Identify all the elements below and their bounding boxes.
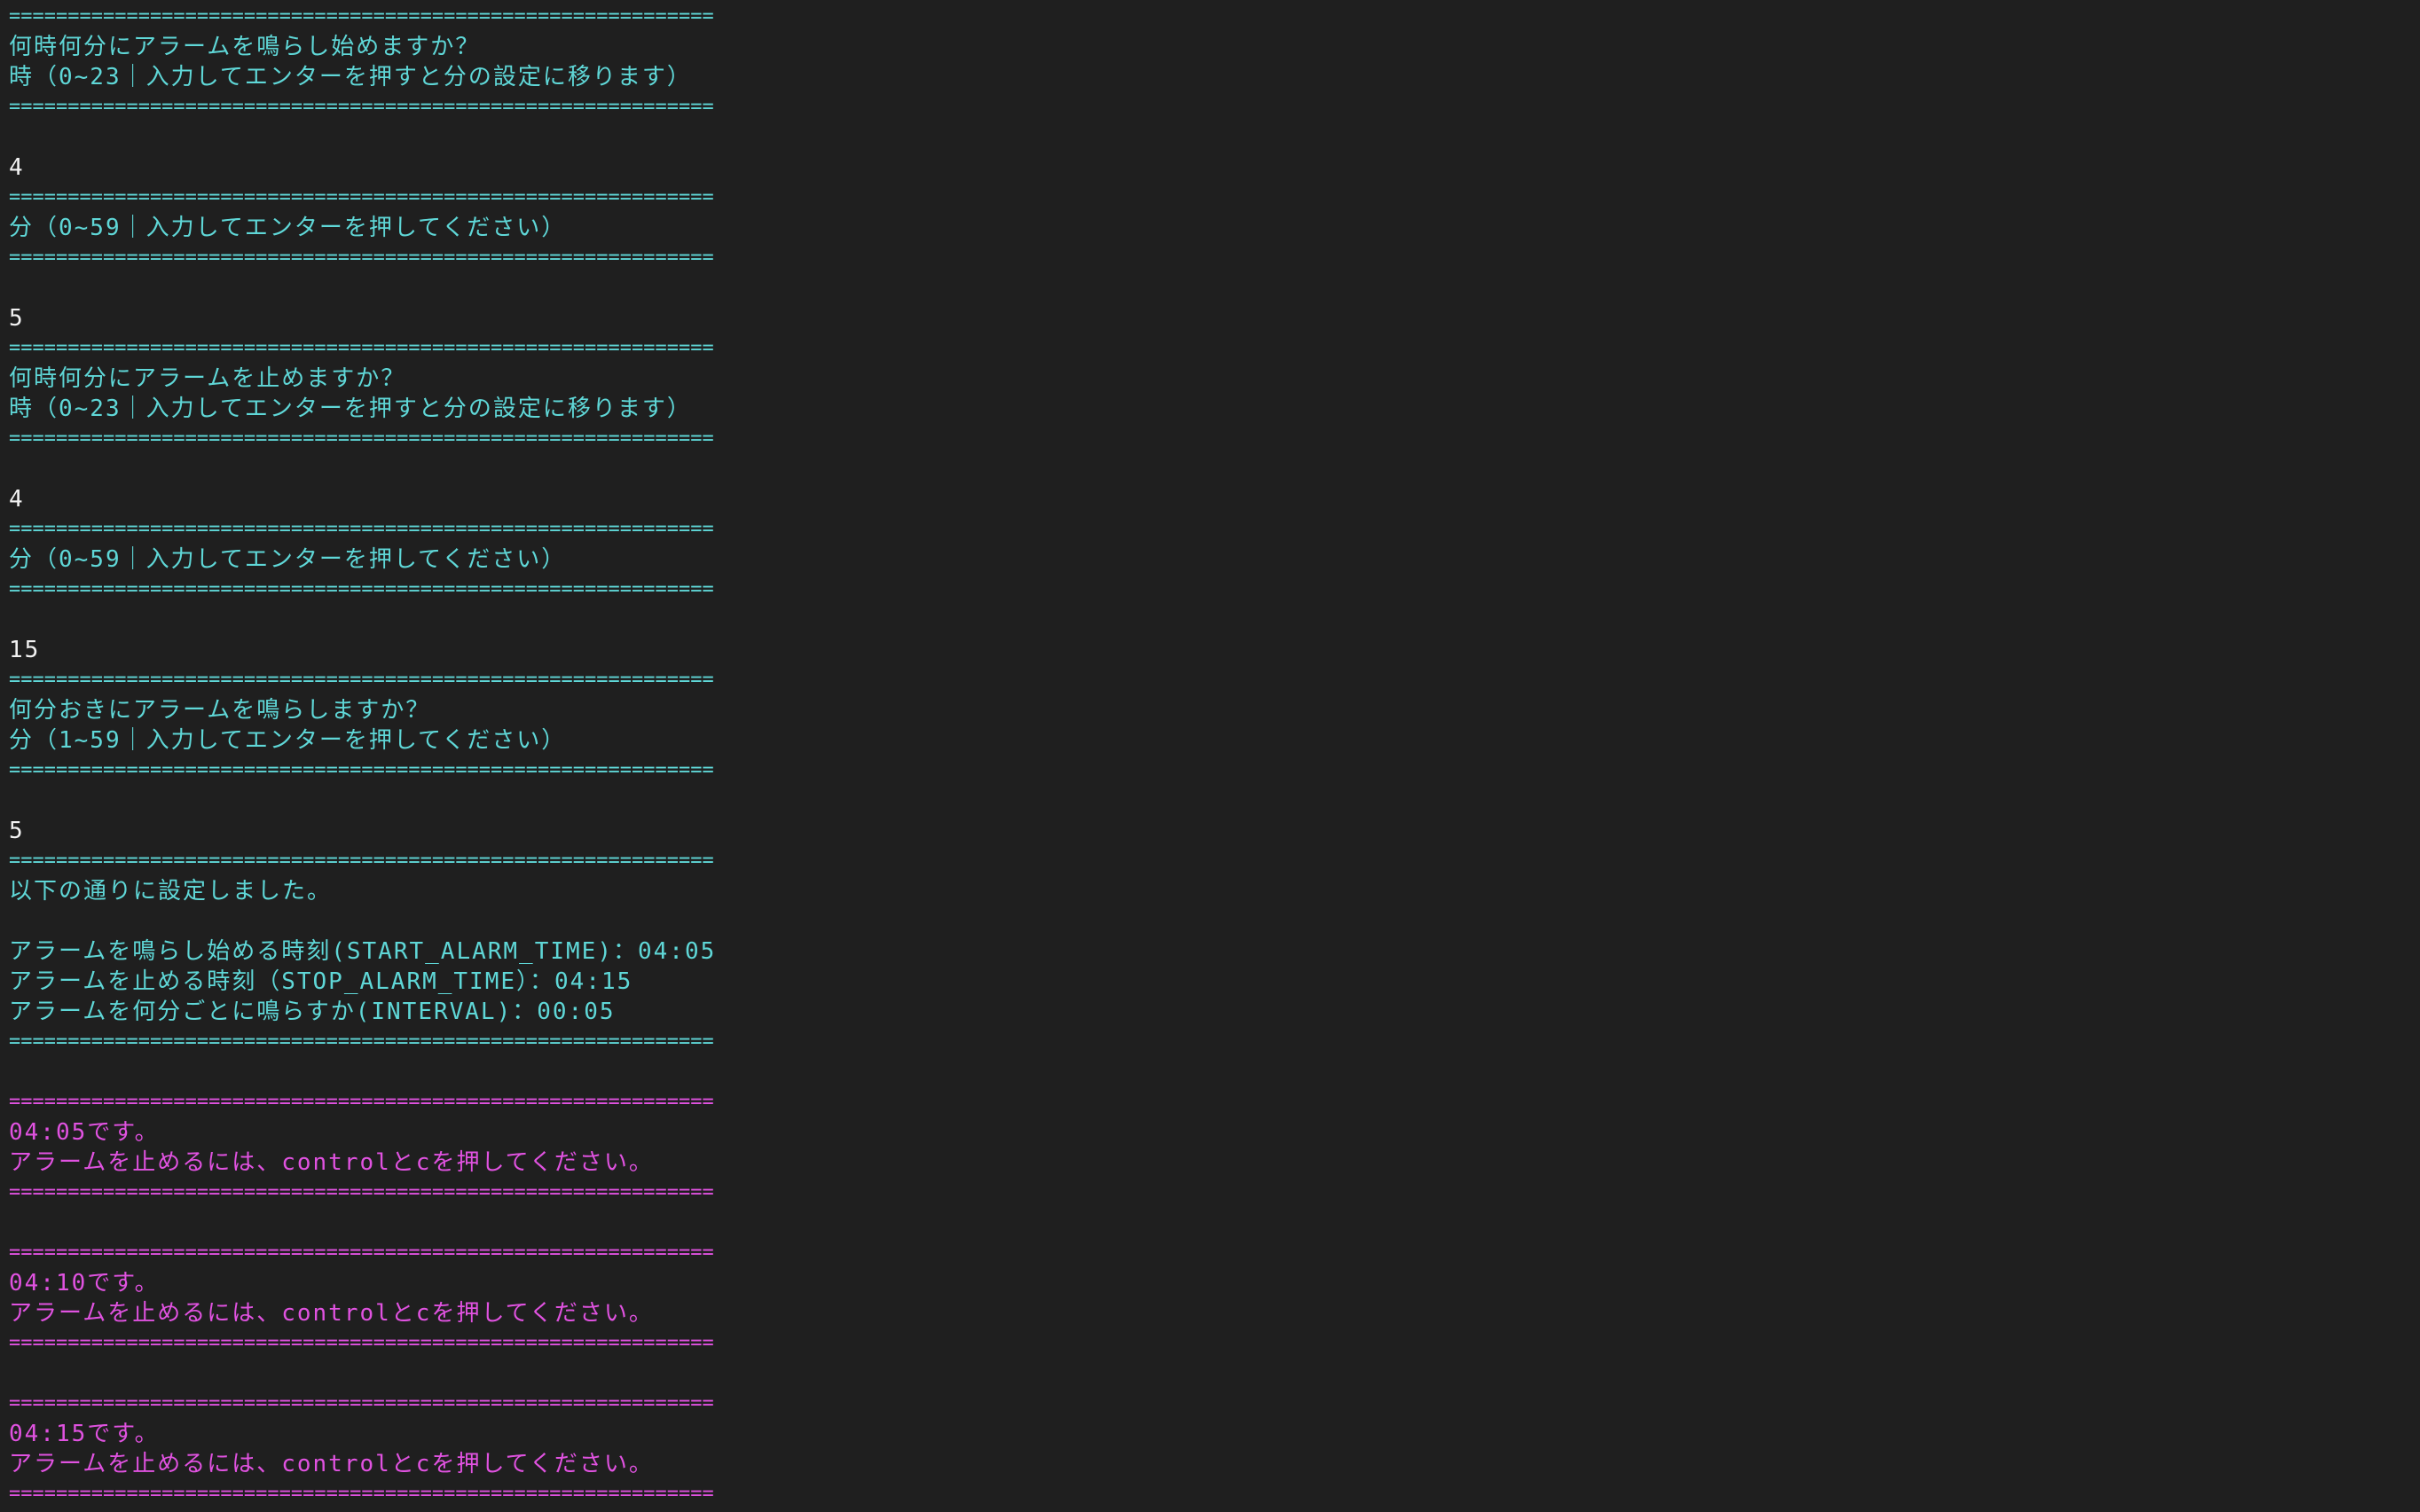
user-input-line: 5 bbox=[9, 818, 25, 844]
user-input-line: 15 bbox=[9, 637, 41, 663]
prompt-line: 何時何分にアラームを鳴らし始めますか？ bbox=[9, 34, 481, 60]
alarm-message-line: 04:10です。 bbox=[9, 1270, 160, 1297]
separator-line: ========================================… bbox=[9, 1091, 714, 1113]
separator-line: ========================================… bbox=[9, 759, 714, 781]
prompt-line: アラームを鳴らし始める時刻(START_ALARM_TIME)：04:05 bbox=[9, 938, 717, 965]
alarm-message-line: アラームを止めるには、controlとcを押してください。 bbox=[9, 1451, 654, 1477]
alarm-message-line: 04:05です。 bbox=[9, 1119, 160, 1146]
separator-line: ========================================… bbox=[9, 578, 714, 600]
separator-line: ========================================… bbox=[9, 518, 714, 540]
prompt-line: アラームを止める時刻（STOP_ALARM_TIME）：04:15 bbox=[9, 968, 633, 995]
separator-line: ========================================… bbox=[9, 669, 714, 691]
prompt-line: 分（0~59｜入力してエンターを押してください） bbox=[9, 546, 567, 573]
separator-line: ========================================… bbox=[9, 1030, 714, 1053]
separator-line: ========================================… bbox=[9, 1332, 714, 1354]
prompt-line: 分（1~59｜入力してエンターを押してください） bbox=[9, 727, 567, 754]
user-input-line: 4 bbox=[9, 486, 25, 513]
separator-line: ========================================… bbox=[9, 1392, 714, 1414]
prompt-line: 分（0~59｜入力してエンターを押してください） bbox=[9, 215, 567, 241]
alarm-message-line: アラームを止めるには、controlとcを押してください。 bbox=[9, 1300, 654, 1327]
separator-line: ========================================… bbox=[9, 5, 714, 27]
prompt-line: 何分おきにアラームを鳴らしますか？ bbox=[9, 697, 431, 724]
separator-line: ========================================… bbox=[9, 427, 714, 450]
separator-line: ========================================… bbox=[9, 1181, 714, 1203]
prompt-line: 時（0~23｜入力してエンターを押すと分の設定に移ります） bbox=[9, 396, 692, 422]
prompt-line: 何時何分にアラームを止めますか？ bbox=[9, 365, 406, 392]
separator-line: ========================================… bbox=[9, 186, 714, 208]
prompt-line: 時（0~23｜入力してエンターを押すと分の設定に移ります） bbox=[9, 64, 692, 90]
separator-line: ========================================… bbox=[9, 850, 714, 872]
prompt-line: 以下の通りに設定しました。 bbox=[9, 878, 333, 905]
separator-line: ========================================… bbox=[9, 337, 714, 359]
alarm-message-line: アラームを止めるには、controlとcを押してください。 bbox=[9, 1149, 654, 1176]
separator-line: ========================================… bbox=[9, 247, 714, 269]
alarm-message-line: 04:15です。 bbox=[9, 1421, 160, 1447]
user-input-line: 4 bbox=[9, 154, 25, 181]
terminal-output[interactable]: ========================================… bbox=[9, 2, 1428, 1509]
separator-line: ========================================… bbox=[9, 96, 714, 118]
prompt-line: アラームを何分ごとに鳴らすか(INTERVAL)：00:05 bbox=[9, 999, 616, 1025]
user-input-line: 5 bbox=[9, 305, 25, 332]
separator-line: ========================================… bbox=[9, 1242, 714, 1264]
separator-line: ========================================… bbox=[9, 1483, 714, 1505]
